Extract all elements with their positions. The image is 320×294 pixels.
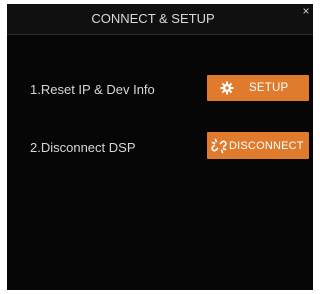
disconnect-button-label: DISCONNECT: [229, 139, 304, 152]
reset-ip-label: 1.Reset IP & Dev Info: [30, 82, 155, 97]
setup-button[interactable]: SETUP: [207, 75, 309, 101]
close-button[interactable]: ×: [299, 4, 313, 20]
gear-icon: [219, 75, 235, 101]
setup-button-label: SETUP: [249, 82, 289, 94]
disconnect-dsp-label: 2.Disconnect DSP: [30, 140, 136, 155]
connect-setup-dialog: CONNECT & SETUP × 1.Reset IP & Dev Info: [7, 4, 313, 290]
disconnect-button[interactable]: DISCONNECT: [207, 132, 309, 159]
dialog-title: CONNECT & SETUP: [91, 11, 215, 26]
broken-link-icon: [210, 132, 228, 159]
title-bar: CONNECT & SETUP: [7, 4, 313, 35]
